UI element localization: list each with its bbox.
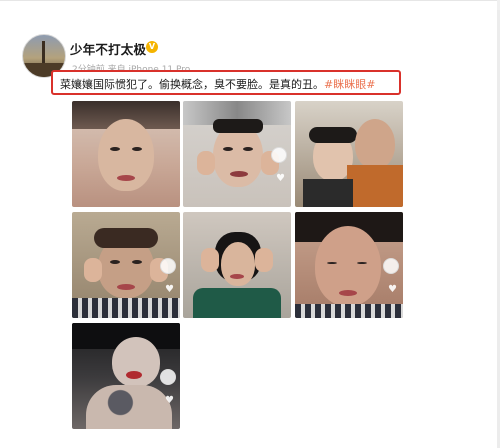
username[interactable]: 少年不打太极 — [70, 39, 146, 58]
photo-4[interactable]: ♥ — [72, 212, 180, 318]
photo-eye — [223, 147, 233, 151]
photo-2[interactable]: ♥ — [183, 101, 291, 207]
photo-bangs — [94, 228, 158, 248]
photo-3[interactable] — [295, 101, 403, 207]
photo-eye-closed — [327, 262, 337, 264]
photo-hair — [309, 127, 357, 143]
photo-face — [112, 337, 160, 387]
watermark-icon — [160, 369, 176, 385]
photo-lips — [230, 274, 244, 279]
photo-hand — [84, 258, 102, 282]
photo-1[interactable] — [72, 101, 180, 207]
photo-eye-closed — [357, 262, 367, 264]
photo-7[interactable]: ♥ — [72, 323, 180, 429]
heart-icon: ♥ — [165, 284, 174, 295]
photo-5[interactable] — [183, 212, 291, 318]
watermark-icon — [383, 258, 399, 274]
photo-lips — [117, 284, 135, 290]
watermark-icon — [160, 258, 176, 274]
watermark-icon — [271, 147, 287, 163]
photo-6[interactable]: ♥ — [295, 212, 403, 318]
photo-hand — [201, 248, 219, 272]
post-text: 菜孃孃国际惯犯了。偷换概念，臭不要脸。是真的丑。#眯眯眼# — [60, 76, 375, 92]
photo-hand — [197, 151, 215, 175]
photo-lips — [230, 171, 248, 177]
photo-shirt — [303, 179, 353, 207]
photo-lips — [126, 371, 142, 379]
heart-icon: ♥ — [388, 284, 397, 295]
post-body: 菜孃孃国际惯犯了。偷换概念，臭不要脸。是真的丑。 — [60, 78, 324, 91]
photo-bangs — [213, 119, 263, 133]
hashtag-link[interactable]: #眯眯眼# — [324, 78, 375, 91]
photo-tattoo-body — [86, 385, 172, 429]
photo-lips — [117, 175, 135, 181]
photo-shirt — [72, 298, 180, 318]
photo-eye — [132, 147, 142, 151]
heart-icon: ♥ — [165, 395, 174, 406]
photo-face — [355, 119, 395, 169]
photo-face — [221, 242, 255, 286]
photo-eye — [110, 260, 120, 264]
photo-shirt — [295, 304, 403, 318]
vip-badge-icon: V — [146, 41, 158, 53]
photo-eye — [132, 260, 142, 264]
photo-shirt — [193, 288, 281, 318]
heart-icon: ♥ — [276, 173, 285, 184]
photo-lips — [339, 290, 357, 296]
photo-eye — [243, 147, 253, 151]
photo-eye — [110, 147, 120, 151]
weibo-post-card: 少年不打太极 V 2分钟前 来自 iPhone 11 Pro 菜孃孃国际惯犯了。… — [0, 0, 497, 448]
photo-shirt — [347, 165, 403, 207]
photo-hand — [255, 248, 273, 272]
